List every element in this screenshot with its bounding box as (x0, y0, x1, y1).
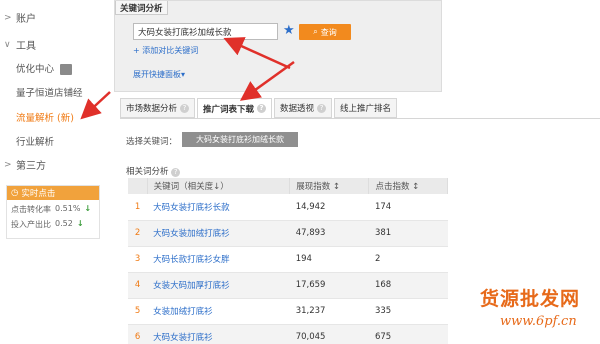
row-index: 6 (128, 324, 148, 344)
realtime-row-value: 0.51% (55, 204, 81, 213)
tab-data-pivot[interactable]: 数据透视? (274, 98, 333, 118)
table-row: 5 女装加绒打底衫 31,237 335 (128, 298, 448, 325)
table-row: 4 女装大码加厚打底衫 17,659 168 (128, 272, 448, 299)
chevron-right-icon: > (4, 12, 12, 23)
expand-quick-panel-link[interactable]: 展开快捷面板▾ (133, 69, 185, 80)
chevron-right-icon: > (4, 159, 12, 170)
related-words-table: 关键词（相关度↓） 展现指数 ↕ 点击指数 ↕ 1 大码女装打底衫长款 14,9… (128, 178, 448, 344)
row-keyword-link[interactable]: 女装加绒打底衫 (147, 298, 290, 325)
keyword-input[interactable]: 大码女装打底衫加绒长款 (133, 23, 278, 40)
sidebar-section-label: 第三方 (16, 161, 46, 172)
tab-keyword-download[interactable]: 推广词表下载? (197, 98, 273, 119)
row-impressions: 194 (289, 246, 369, 273)
table-header-clicks[interactable]: 点击指数 ↕ (368, 178, 448, 194)
related-words-title: 相关词分析 ? (126, 165, 181, 177)
search-icon: ⌕ (313, 27, 318, 36)
panel-title: 关键词分析 (115, 1, 168, 15)
realtime-row-label: 点击转化率 (11, 205, 51, 214)
row-impressions: 14,942 (289, 194, 369, 221)
caret-down-icon: ▾ (181, 70, 186, 79)
row-clicks: 335 (368, 298, 448, 325)
row-impressions: 31,237 (289, 298, 369, 325)
sidebar-item-quantum-shop[interactable]: 量子恒道店铺经 (16, 85, 83, 99)
sidebar-section-label: 工具 (16, 41, 36, 52)
row-keyword-link[interactable]: 大码女装加绒打底衫 (147, 220, 290, 247)
tab-label: 数据透视 (280, 104, 315, 114)
row-clicks: 381 (368, 220, 448, 247)
row-impressions: 17,659 (289, 272, 369, 299)
row-impressions: 70,045 (289, 324, 369, 344)
keyword-analysis-panel: 关键词分析 大码女装打底衫加绒长款 ★ ⌕ 查询 + 添加对比关键词 展开快捷面… (114, 0, 442, 92)
tab-label: 推广词表下载 (203, 104, 255, 115)
clock-icon: ◷ (11, 188, 19, 198)
trend-down-icon: ↓ (84, 204, 92, 213)
star-icon[interactable]: ★ (283, 23, 295, 38)
sidebar-item-optimize-center[interactable]: 优化中心 (16, 61, 73, 75)
tab-label: 线上推广排名 (340, 104, 392, 114)
sidebar-item-label: 量子恒道店铺经 (16, 88, 83, 99)
row-index: 3 (128, 246, 148, 273)
chevron-down-icon: ∨ (4, 39, 11, 50)
row-keyword-link[interactable]: 女装大码加厚打底衫 (147, 272, 290, 299)
sidebar-item-industry-analysis[interactable]: 行业解析 (16, 134, 54, 148)
row-index: 2 (128, 220, 148, 247)
row-keyword-link[interactable]: 大码女装打底衫 (147, 324, 290, 344)
trend-down-icon: ↓ (76, 219, 84, 228)
table-header-row: 关键词（相关度↓） 展现指数 ↕ 点击指数 ↕ (128, 178, 448, 194)
realtime-card-header: ◷ 实时点击 (7, 186, 99, 200)
selected-keyword-chip[interactable]: 大码女装打底衫加绒长款 (182, 132, 298, 147)
table-header-impressions[interactable]: 展现指数 ↕ (289, 178, 370, 194)
realtime-row: 点击转化率 0.51% ↓ (7, 200, 99, 215)
sidebar-item-label: 行业解析 (16, 137, 55, 148)
table-row: 3 大码长款打底衫女胖 194 2 (128, 246, 448, 273)
help-icon[interactable]: ? (180, 103, 190, 113)
row-clicks: 2 (368, 246, 448, 273)
search-button[interactable]: ⌕ 查询 (299, 24, 351, 40)
table-row: 2 大码女装加绒打底衫 47,893 381 (128, 220, 448, 247)
realtime-row-value: 0.52 (55, 219, 73, 228)
related-title-text: 相关词分析 (126, 167, 169, 177)
table-header-keyword[interactable]: 关键词（相关度↓） (147, 178, 291, 194)
sidebar-item-traffic-analysis[interactable]: 流量解析 (新) (16, 110, 74, 124)
row-impressions: 47,893 (289, 220, 369, 247)
help-icon[interactable]: ? (171, 168, 181, 177)
realtime-click-card: ◷ 实时点击 点击转化率 0.51% ↓ 投入产出比 0.52 ↓ (6, 185, 100, 239)
expand-label: 展开快捷面板 (133, 70, 181, 79)
realtime-card-title: 实时点击 (21, 189, 56, 199)
row-clicks: 174 (368, 194, 448, 221)
new-badge-icon (60, 64, 73, 75)
table-row: 6 大码女装打底衫 70,045 675 (128, 324, 448, 344)
tab-market-data[interactable]: 市场数据分析? (120, 98, 196, 118)
screenshot-root: > 账户 ∨ 工具 优化中心 量子恒道店铺经 流量解析 (新) 行业解析 > 第… (0, 0, 600, 344)
tab-bar: 市场数据分析? 推广词表下载? 数据透视? 线上推广排名 (120, 98, 398, 119)
sidebar-item-label: 优化中心 (16, 64, 55, 75)
sidebar-section-tools[interactable]: ∨ 工具 (4, 37, 36, 53)
table-row: 1 大码女装打底衫长款 14,942 174 (128, 194, 448, 221)
tab-label: 市场数据分析 (126, 104, 178, 114)
row-clicks: 168 (368, 272, 448, 299)
main-content: 关键词分析 大码女装打底衫加绒长款 ★ ⌕ 查询 + 添加对比关键词 展开快捷面… (114, 0, 600, 344)
row-keyword-link[interactable]: 大码长款打底衫女胖 (147, 246, 290, 273)
add-compare-keyword-link[interactable]: + 添加对比关键词 (133, 45, 198, 56)
sidebar-item-label: 流量解析 (新) (16, 113, 74, 124)
realtime-row: 投入产出比 0.52 ↓ (7, 215, 99, 230)
sidebar-section-third-party[interactable]: > 第三方 (4, 157, 46, 173)
row-index: 5 (128, 298, 148, 325)
row-clicks: 675 (368, 324, 448, 344)
sidebar-section-account[interactable]: > 账户 (4, 10, 36, 26)
plus-icon: + (133, 46, 143, 55)
sidebar: > 账户 ∨ 工具 优化中心 量子恒道店铺经 流量解析 (新) 行业解析 > 第… (0, 0, 104, 344)
add-compare-label: 添加对比关键词 (142, 46, 199, 55)
realtime-row-label: 投入产出比 (11, 220, 51, 229)
help-icon[interactable]: ? (257, 104, 267, 113)
tab-online-ranking[interactable]: 线上推广排名 (334, 98, 398, 118)
table-header-index (128, 178, 148, 194)
row-index: 4 (128, 272, 148, 299)
sidebar-section-label: 账户 (16, 14, 36, 25)
selected-keyword-label: 选择关键词： (126, 137, 178, 147)
help-icon[interactable]: ? (317, 103, 327, 113)
row-index: 1 (128, 194, 148, 221)
row-keyword-link[interactable]: 大码女装打底衫长款 (147, 194, 290, 221)
search-button-label: 查询 (320, 27, 337, 37)
